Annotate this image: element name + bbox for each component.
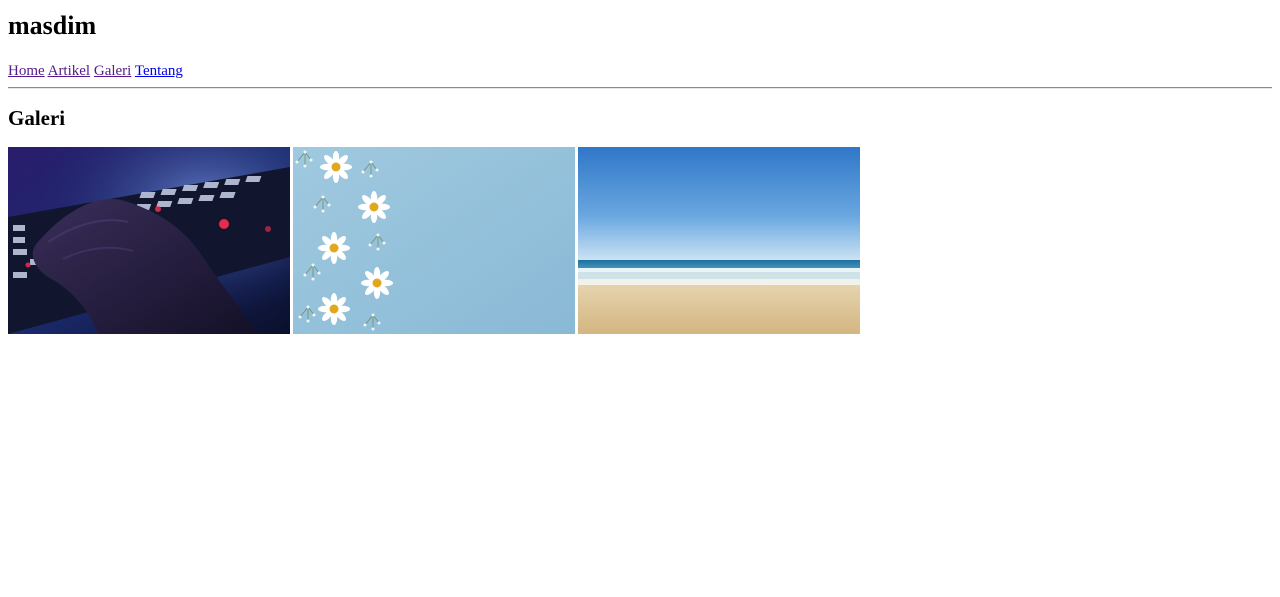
- page: masdim Home Artikel Galeri Tentang Galer…: [0, 0, 1280, 334]
- divider: [8, 87, 1272, 89]
- nav-link-tentang[interactable]: Tentang: [135, 63, 183, 79]
- section-title: Galeri: [8, 106, 66, 130]
- gallery-image-daisies: [293, 147, 575, 334]
- gallery: [8, 147, 1272, 334]
- nav-link-artikel[interactable]: Artikel: [48, 63, 91, 79]
- main-nav: Home Artikel Galeri Tentang: [8, 62, 1272, 80]
- gallery-image-beach: [578, 147, 860, 334]
- nav-link-home[interactable]: Home: [8, 63, 45, 79]
- nav-link-galeri[interactable]: Galeri: [94, 63, 131, 79]
- site-title: masdim: [8, 11, 97, 40]
- gallery-image-keyboard: [8, 147, 290, 334]
